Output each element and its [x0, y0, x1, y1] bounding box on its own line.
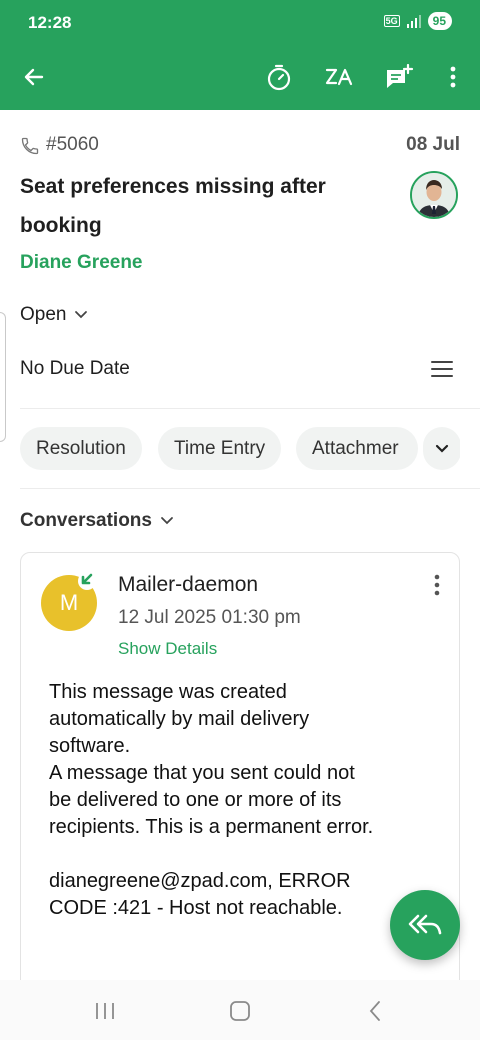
home-button[interactable] [225, 996, 255, 1026]
conversations-title: Conversations [20, 510, 152, 531]
tab-chips: Resolution Time Entry Attachmer [20, 427, 460, 471]
tabs-expand-button[interactable] [423, 427, 460, 470]
menu-icon [431, 361, 453, 377]
message-line: software. [49, 735, 131, 757]
incoming-arrow-icon [78, 572, 96, 590]
recent-apps-icon [96, 1003, 114, 1019]
status-icons: 5G 95 [383, 12, 452, 30]
message-body: This message was created automatically b… [49, 679, 449, 922]
status-value: Open [20, 304, 67, 325]
requester-name[interactable]: Diane Greene [20, 252, 143, 274]
message-line: automatically by mail delivery [49, 708, 310, 730]
back-arrow-icon [24, 68, 44, 86]
reply-all-button[interactable] [390, 890, 460, 960]
battery-icon: 95 [427, 12, 452, 30]
chevron-down-icon [435, 444, 449, 453]
conversation-more-button[interactable] [423, 573, 451, 599]
add-comment-icon [387, 64, 414, 88]
message-line: A message that you sent could not [49, 762, 355, 784]
divider [20, 488, 480, 489]
show-details-link[interactable]: Show Details [118, 639, 217, 659]
properties-menu-button[interactable] [430, 358, 460, 384]
divider [20, 408, 480, 409]
timer-button[interactable] [262, 60, 296, 94]
system-back-button[interactable] [360, 996, 390, 1026]
app-bar [0, 44, 480, 110]
phone-icon [21, 137, 39, 155]
sender-name: Mailer-daemon [118, 573, 259, 596]
system-nav-bar [0, 980, 480, 1040]
ticket-subject: Seat preferences missing after booking [20, 175, 326, 237]
due-date[interactable]: No Due Date [20, 358, 130, 380]
tab-resolution[interactable]: Resolution [20, 427, 142, 470]
back-button[interactable] [17, 60, 51, 94]
chevron-down-icon [161, 517, 173, 525]
translate-button[interactable] [322, 60, 356, 94]
more-options-button[interactable] [436, 60, 470, 94]
status-time: 12:28 [28, 13, 72, 32]
sender-initial: M [59, 590, 79, 615]
message-line: recipients. This is a permanent error. [49, 816, 374, 838]
timer-icon [267, 64, 291, 91]
sent-time: 12 Jul 2025 01:30 pm [118, 607, 301, 628]
battery-level: 95 [432, 14, 446, 28]
message-line: dianegreene@zpad.com, ERROR [49, 870, 351, 892]
translate-icon [325, 68, 353, 86]
message-line: be delivered to one or more of its [49, 789, 342, 811]
status-bar: 12:28 5G 95 [0, 0, 480, 44]
network-type-icon: 5G [383, 15, 400, 27]
tab-time-entry[interactable]: Time Entry [158, 427, 282, 470]
conversations-filter[interactable]: Conversations [20, 510, 174, 532]
tab-attachments[interactable]: Attachmer [296, 427, 418, 470]
more-vertical-icon [450, 66, 456, 88]
home-icon [230, 1001, 250, 1021]
ticket-meta: #5060 08 Jul [20, 134, 460, 158]
message-line: CODE :421 - Host not reachable. [49, 897, 343, 919]
chevron-down-icon [75, 311, 88, 319]
signal-icon [406, 15, 421, 28]
back-chevron-icon [369, 1001, 380, 1021]
more-vertical-icon [434, 574, 440, 596]
agent-avatar[interactable] [410, 171, 458, 219]
recent-apps-button[interactable] [90, 996, 120, 1026]
add-note-button[interactable] [382, 60, 416, 94]
ticket-id: #5060 [46, 134, 99, 155]
status-dropdown[interactable]: Open [20, 304, 88, 326]
ticket-date: 08 Jul [406, 134, 460, 155]
side-drawer-handle[interactable] [0, 312, 6, 442]
message-line: This message was created [49, 681, 287, 703]
reply-all-icon [408, 914, 442, 935]
person-avatar-icon [412, 173, 456, 217]
